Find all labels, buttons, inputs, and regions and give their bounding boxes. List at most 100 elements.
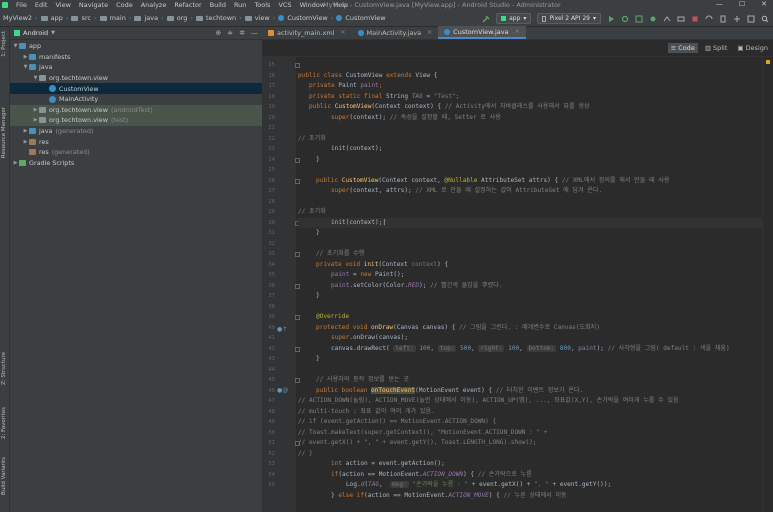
override-marker-icon[interactable]: ●@ — [277, 387, 288, 394]
menu-view[interactable]: View — [55, 1, 70, 9]
split-mode-button[interactable]: ▥ Split — [702, 43, 731, 53]
module-icon — [19, 43, 26, 50]
line-number: 31 — [268, 230, 275, 236]
tab-label: MainActivity.java — [366, 28, 422, 37]
tree-item-java-generated[interactable]: ▶ java (generated) — [10, 126, 262, 137]
design-mode-button[interactable]: ▣ Design — [734, 43, 771, 53]
tab-mainactivity-java[interactable]: MainActivity.java × — [352, 26, 439, 39]
tab-activity-main-xml[interactable]: activity_main.xml × — [262, 26, 352, 39]
warning-marker-icon[interactable] — [766, 60, 770, 64]
sdk-manager-icon[interactable] — [733, 15, 741, 23]
breadcrumb-app[interactable]: app — [51, 14, 63, 22]
tree-item-manifests[interactable]: ▶ manifests — [10, 52, 262, 63]
sync-gradle-icon[interactable] — [705, 15, 713, 23]
expanded-arrow-icon: ▼ — [23, 64, 28, 71]
project-panel-actions: ⊕ ≑ ✲ — — [215, 29, 258, 37]
menu-run[interactable]: Run — [234, 1, 246, 9]
line-number: 47 — [268, 398, 275, 404]
tab-label: activity_main.xml — [277, 28, 335, 37]
hammer-icon[interactable] — [482, 15, 490, 23]
breadcrumb-view[interactable]: view — [255, 14, 270, 22]
menu-file[interactable]: File — [16, 1, 27, 9]
line-number: 19 — [268, 104, 275, 110]
breadcrumb-main[interactable]: main — [110, 14, 126, 22]
menu-edit[interactable]: Edit — [35, 1, 48, 9]
tree-item-gradle-scripts[interactable]: ▶ Gradle Scripts — [10, 158, 262, 169]
main-toolbar: app ▾ Pixel 2 API 29 ▾ — [482, 13, 769, 24]
mode-label: Split — [712, 44, 728, 52]
code-mode-button[interactable]: ≡ Code — [667, 43, 698, 53]
line-number: 30 — [268, 219, 275, 226]
rerun-icon[interactable] — [621, 15, 629, 23]
code-line: // Toast.makeText(super.getContext(), "M… — [298, 428, 548, 436]
breadcrumb-src[interactable]: src — [81, 14, 91, 22]
structure-tool-tab[interactable]: Z: Structure — [1, 352, 7, 385]
tree-item-test[interactable]: ▶ org.techtown.view (test) — [10, 115, 262, 126]
run-config-select[interactable]: app ▾ — [496, 13, 532, 24]
tree-item-note: (generated) — [55, 127, 94, 136]
menu-tools[interactable]: Tools — [254, 1, 270, 9]
override-marker-icon[interactable]: ●↑ — [277, 326, 287, 333]
tree-item-mainactivity[interactable]: MainActivity — [10, 94, 262, 105]
menu-code[interactable]: Code — [116, 1, 133, 9]
breadcrumb-org[interactable]: org — [177, 14, 188, 22]
attach-debugger-icon[interactable] — [677, 15, 685, 23]
favorites-tool-tab[interactable]: 2: Favorites — [1, 407, 7, 439]
resource-manager-tab[interactable]: Resource Manager — [1, 107, 7, 158]
resource-folder-icon — [29, 138, 36, 145]
tree-item-androidtest[interactable]: ▶ org.techtown.view (androidTest) — [10, 104, 262, 116]
xml-file-icon — [268, 29, 274, 36]
avd-manager-icon[interactable] — [719, 15, 727, 23]
tree-item-label: res — [39, 137, 49, 146]
apply-changes-icon[interactable] — [635, 15, 643, 23]
breadcrumb-class[interactable]: CustomView — [287, 14, 327, 22]
code-line: } else if(action == MotionEvent.ACTION_M… — [331, 491, 567, 499]
breadcrumb-member[interactable]: CustomView — [345, 14, 385, 22]
hide-icon[interactable]: — — [251, 29, 258, 37]
menu-analyze[interactable]: Analyze — [141, 1, 167, 9]
line-number: 24 — [268, 156, 275, 163]
menu-build[interactable]: Build — [210, 1, 226, 9]
maximize-button[interactable]: ☐ — [739, 0, 745, 8]
device-select[interactable]: Pixel 2 API 29 ▾ — [537, 13, 601, 24]
profile-icon[interactable] — [663, 15, 671, 23]
close-button[interactable]: ✕ — [761, 0, 767, 8]
line-number: 45 — [268, 377, 275, 383]
breadcrumb-java[interactable]: java — [144, 14, 158, 22]
tree-item-customview[interactable]: CustomView — [10, 83, 262, 94]
debug-icon[interactable] — [649, 15, 657, 23]
close-icon[interactable]: × — [427, 29, 432, 36]
tree-item-res[interactable]: ▶ res — [10, 136, 262, 147]
tab-customview-java[interactable]: CustomView.java × — [438, 26, 526, 39]
tree-item-package[interactable]: ▼ org.techtown.view — [10, 73, 262, 84]
menu-refactor[interactable]: Refactor — [174, 1, 201, 9]
collapse-all-icon[interactable]: ≑ — [227, 29, 233, 37]
tree-item-java[interactable]: ▼ java — [10, 62, 262, 73]
search-icon[interactable] — [761, 15, 769, 23]
close-icon[interactable]: × — [341, 29, 346, 36]
code-line: // if (event.getAction() == MotionEvent.… — [298, 418, 497, 425]
menu-window[interactable]: Window — [300, 1, 326, 9]
editor-scrollbar[interactable] — [762, 57, 773, 512]
mode-label: Code — [678, 44, 695, 52]
close-icon[interactable]: × — [515, 28, 520, 35]
build-variants-tab[interactable]: Build Variants — [1, 457, 7, 495]
code-editor[interactable]: public class CustomView extends View { p… — [298, 57, 762, 512]
breadcrumb-project[interactable]: MyView2 — [3, 14, 32, 22]
tree-item-res-generated[interactable]: res (generated) — [10, 147, 262, 158]
tree-item-app[interactable]: ▼ app — [10, 41, 262, 52]
class-icon — [357, 29, 364, 36]
locate-icon[interactable]: ⊕ — [215, 29, 221, 37]
menu-navigate[interactable]: Navigate — [79, 1, 108, 9]
menu-vcs[interactable]: VCS — [278, 1, 291, 9]
line-number: 48 — [268, 408, 275, 415]
gear-icon[interactable]: ✲ — [239, 29, 245, 37]
project-tool-tab[interactable]: 1: Project — [1, 31, 7, 57]
layout-inspector-icon[interactable] — [747, 15, 755, 23]
line-number: 39 — [268, 314, 275, 320]
run-icon[interactable] — [607, 15, 615, 23]
minimize-button[interactable]: — — [716, 0, 723, 8]
breadcrumb-techtown[interactable]: techtown — [206, 14, 236, 22]
navigation-bar: MyView2 › app › src › main › java › org › tech… — [0, 10, 773, 27]
stop-icon[interactable] — [691, 15, 699, 23]
